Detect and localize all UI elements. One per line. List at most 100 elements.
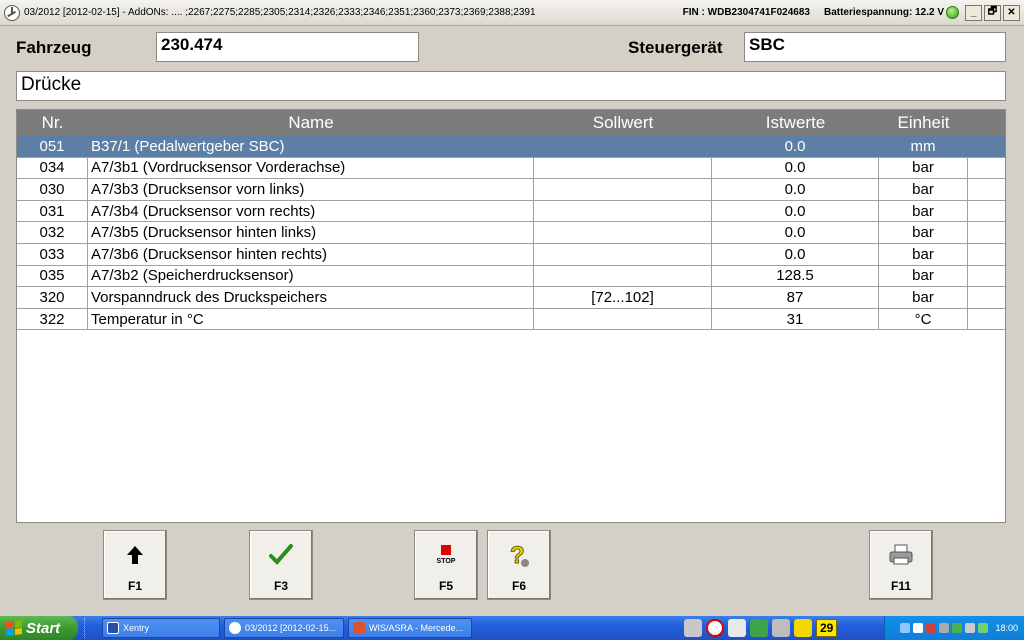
cell-nr: 051 [39, 137, 65, 155]
cell-istwert: 0.0 [712, 179, 879, 200]
col-name-header[interactable]: Name [88, 113, 534, 133]
table-body: 051 B37/1 (Pedalwertgeber SBC) 0.0 mm 034 A7/… [17, 136, 1005, 331]
cell-sollwert [534, 157, 712, 179]
table-row[interactable]: 032 A7/3b5 (Drucksensor hinten links) 0.0 b… [17, 222, 1005, 244]
minimize-button[interactable]: _ [965, 4, 982, 21]
cell-sollwert [534, 136, 712, 157]
f6-label: F6 [511, 579, 526, 593]
task-diagnosis[interactable]: 03/2012 [2012-02-15... [224, 618, 344, 638]
col-einheit-header[interactable]: Einheit [879, 113, 968, 133]
stop-icon: STOP [437, 539, 455, 571]
cell-sollwert [534, 179, 712, 200]
title-bar: 03/2012 [2012-02-15] - AddONs: .... ;226… [0, 0, 1024, 26]
cell-einheit: °C [879, 308, 968, 330]
cell-einheit: bar [879, 243, 968, 265]
tray-icon-battery[interactable] [978, 623, 989, 633]
col-sollwert-header[interactable]: Sollwert [534, 113, 712, 133]
table-row[interactable]: 033 A7/3b6 (Drucksensor hinten rechts) 0.0… [17, 243, 1005, 266]
lock-icon[interactable] [794, 619, 812, 637]
close-button[interactable]: ✕ [1003, 4, 1020, 21]
checkmark-icon [269, 539, 293, 571]
system-icons: 29 [684, 618, 838, 638]
battery-voltage: Batteriespannung: 12.2 V [823, 7, 944, 18]
cell-einheit: mm [910, 137, 936, 155]
vehicle-label: Fahrzeug [16, 38, 92, 57]
tray-icon-alert[interactable] [926, 623, 937, 633]
fin-label: FIN : WDB2304741F024683 [682, 7, 810, 18]
table-row[interactable]: 034 A7/3b1 (Vordrucksensor Vorderachse) 0.… [17, 157, 1005, 180]
taskbar: Start Xentry 03/2012 [2012-02-15... WIS/… [0, 616, 1024, 640]
clock: 18:00 [995, 623, 1018, 633]
row-filler [968, 266, 1005, 287]
cell-einheit: bar [879, 265, 968, 287]
f1-button[interactable]: F1 [103, 530, 167, 600]
f6-button[interactable]: ? F6 [487, 530, 551, 600]
task-label: WIS/ASRA - Mercede... [369, 623, 464, 633]
table-row[interactable]: 035 A7/3b2 (Speicherdrucksensor) 128.5 bar [17, 265, 1005, 288]
battery-status-icon [946, 6, 959, 19]
row-filler [968, 158, 1005, 179]
cell-nr: 322 [17, 308, 88, 330]
values-table: Nr. Name Sollwert Istwerte Einheit 051 B3… [16, 109, 1006, 523]
cell-nr: 034 [17, 157, 88, 179]
cell-einheit: bar [879, 200, 968, 222]
f5-label: F5 [438, 579, 453, 593]
device-icon[interactable] [728, 619, 746, 637]
network-icon[interactable] [684, 619, 702, 637]
cell-name: A7/3b3 (Drucksensor vorn links) [88, 179, 534, 200]
table-row[interactable]: 030 A7/3b3 (Drucksensor vorn links) 0.0 bar [17, 179, 1005, 201]
cell-nr: 030 [17, 179, 88, 200]
cell-name: B37/1 (Pedalwertgeber SBC) [91, 137, 285, 155]
blocked-icon[interactable] [706, 619, 724, 637]
cell-sollwert: [72...102] [534, 287, 712, 308]
cell-name: A7/3b6 (Drucksensor hinten rechts) [88, 243, 534, 265]
col-nr-header[interactable]: Nr. [17, 113, 88, 133]
tray-icon-network[interactable] [900, 623, 911, 633]
connection-icon[interactable] [750, 619, 768, 637]
vehicle-field: 230.474 [156, 32, 419, 62]
cell-name: A7/3b2 (Speicherdrucksensor) [88, 265, 534, 287]
system-tray: 18:00 [884, 616, 1024, 640]
task-wis-asra[interactable]: WIS/ASRA - Mercede... [348, 618, 472, 638]
tray-icon-settings[interactable] [939, 623, 950, 633]
tray-icon-security[interactable] [952, 623, 963, 633]
arrow-up-icon [126, 539, 144, 571]
table-row[interactable]: 322 Temperatur in °C 31 °C [17, 308, 1005, 331]
start-label: Start [26, 619, 61, 637]
cell-name: Temperatur in °C [88, 308, 534, 330]
section-title: Drücke [16, 71, 1006, 101]
help-icon: ? [506, 539, 532, 571]
cell-einheit: bar [879, 287, 968, 308]
f3-button[interactable]: F3 [249, 530, 313, 600]
cell-name: Vorspanndruck des Druckspeichers [88, 287, 534, 308]
cell-istwert: 0.0 [712, 157, 879, 179]
restore-button[interactable]: 🗗 [984, 4, 1001, 21]
cell-nr: 031 [17, 200, 88, 222]
mercedes-icon [229, 622, 241, 634]
f5-button[interactable]: STOP F5 [414, 530, 478, 600]
f11-label: F11 [890, 579, 911, 593]
cell-sollwert [534, 243, 712, 265]
table-row[interactable]: 320 Vorspanndruck des Druckspeichers [72..… [17, 287, 1005, 309]
ecu-label: Steuergerät [628, 38, 723, 57]
row-filler [968, 309, 1005, 330]
tray-icon-monitor[interactable] [913, 623, 924, 633]
row-filler [968, 244, 1005, 265]
f11-button[interactable]: F11 [869, 530, 933, 600]
mercedes-logo-icon [4, 4, 20, 21]
vci-icon[interactable] [772, 619, 790, 637]
cell-sollwert [534, 200, 712, 222]
start-button[interactable]: Start [0, 616, 78, 640]
cell-nr: 320 [17, 287, 88, 308]
cell-istwert: 0.0 [784, 137, 806, 155]
table-header: Nr. Name Sollwert Istwerte Einheit [17, 110, 1005, 136]
table-row[interactable]: 051 B37/1 (Pedalwertgeber SBC) 0.0 mm [17, 136, 1005, 158]
task-xentry[interactable]: Xentry [102, 618, 220, 638]
row-filler [968, 287, 1005, 308]
printer-icon [888, 539, 914, 571]
table-row[interactable]: 031 A7/3b4 (Drucksensor vorn rechts) 0.0 ba… [17, 200, 1005, 223]
cell-sollwert [534, 222, 712, 243]
col-istwerte-header[interactable]: Istwerte [712, 113, 879, 133]
windows-logo-icon [6, 620, 22, 636]
tray-icon-usb[interactable] [965, 623, 976, 633]
